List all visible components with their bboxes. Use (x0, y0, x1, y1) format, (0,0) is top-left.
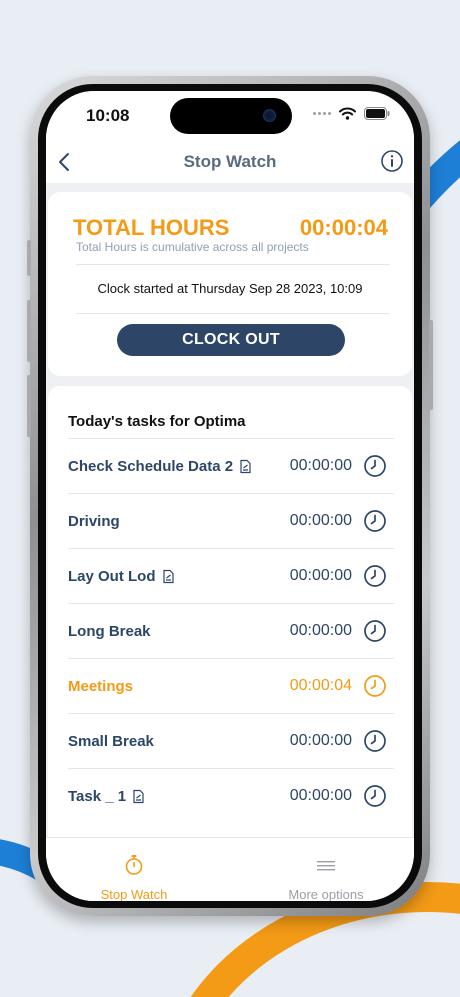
status-icons (313, 107, 390, 120)
document-edit-icon (240, 459, 251, 474)
task-name-text: Task _ 1 (68, 788, 127, 805)
clock-icon[interactable] (363, 509, 387, 533)
wifi-icon (339, 107, 356, 120)
task-name-text: Long Break (68, 623, 151, 640)
clock-out-button[interactable]: CLOCK OUT (117, 324, 345, 356)
task-time: 00:00:00 (289, 457, 352, 474)
task-name: Small Break (68, 733, 154, 750)
total-hours-subtitle: Total Hours is cumulative across all pro… (76, 240, 309, 254)
task-row[interactable]: Check Schedule Data 2 00:00:00 (68, 438, 394, 494)
clock-icon[interactable] (363, 674, 387, 698)
status-bar: 10:08 (46, 91, 414, 141)
phone-power-button (429, 320, 433, 410)
tab-more-options-label: More options (288, 887, 364, 901)
status-time: 10:08 (86, 106, 130, 125)
task-time: 00:00:00 (289, 622, 352, 639)
clock-icon[interactable] (363, 619, 387, 643)
clock-icon[interactable] (363, 454, 387, 478)
task-row[interactable]: Small Break 00:00:00 (68, 713, 394, 769)
phone-volume-button (27, 375, 31, 437)
tasks-card: Today's tasks for Optima Check Schedule … (48, 386, 412, 856)
task-time: 00:00:00 (289, 567, 352, 584)
task-name-text: Driving (68, 513, 120, 530)
stopwatch-icon (125, 855, 143, 875)
divider (76, 264, 390, 265)
task-row[interactable]: Meetings 00:00:04 (68, 658, 394, 714)
tab-stop-watch-label: Stop Watch (100, 887, 168, 901)
camera-icon (263, 109, 276, 122)
task-name: Meetings (68, 678, 133, 695)
task-name: Lay Out Lod (68, 568, 176, 585)
task-time: 00:00:00 (289, 787, 352, 804)
task-name: Long Break (68, 623, 151, 640)
task-time: 00:00:00 (289, 512, 352, 529)
task-name: Driving (68, 513, 120, 530)
phone-volume-button (27, 240, 31, 276)
document-edit-icon (162, 569, 174, 584)
menu-lines-icon (317, 861, 335, 871)
total-hours-value: 00:00:04 (299, 215, 388, 240)
app-screen: 10:08 Stop Watch TOTAL HOURS 00:00:04 To… (46, 91, 414, 901)
task-row[interactable]: Task _ 1 00:00:00 (68, 768, 394, 824)
task-row[interactable]: Lay Out Lod 00:00:00 (68, 548, 394, 604)
dynamic-island (170, 98, 292, 134)
clock-icon[interactable] (363, 729, 387, 753)
tab-stop-watch[interactable]: Stop Watch (54, 854, 214, 901)
clock-icon[interactable] (363, 564, 387, 588)
task-name: Check Schedule Data 2 (68, 458, 253, 475)
task-row[interactable]: Driving 00:00:00 (68, 493, 394, 549)
document-edit-icon (133, 789, 144, 804)
page-title: Stop Watch (183, 152, 277, 171)
task-time: 00:00:04 (289, 677, 352, 694)
phone-volume-button (27, 300, 31, 362)
total-hours-card: TOTAL HOURS 00:00:04 Total Hours is cumu… (48, 192, 412, 376)
clock-icon[interactable] (363, 784, 387, 808)
task-time: 00:00:00 (289, 732, 352, 749)
task-name-text: Meetings (68, 678, 134, 695)
cellular-signal-icon (313, 112, 331, 115)
tasks-heading: Today's tasks for Optima (68, 413, 246, 430)
task-row[interactable]: Long Break 00:00:00 (68, 603, 394, 659)
total-hours-label: TOTAL HOURS (73, 215, 230, 240)
clock-started-text: Clock started at Thursday Sep 28 2023, 1… (97, 281, 363, 296)
task-name: Task _ 1 (68, 788, 146, 805)
tab-bar: Stop Watch More options (46, 837, 414, 901)
info-circle-icon[interactable] (380, 149, 404, 173)
navigation-bar: Stop Watch (46, 141, 414, 183)
task-name-text: Small Break (68, 733, 154, 750)
task-name-text: Check Schedule Data 2 (68, 458, 234, 475)
task-name-text: Lay Out Lod (68, 568, 156, 585)
divider (76, 313, 390, 314)
tab-more-options[interactable]: More options (246, 854, 406, 901)
battery-icon (364, 107, 390, 120)
